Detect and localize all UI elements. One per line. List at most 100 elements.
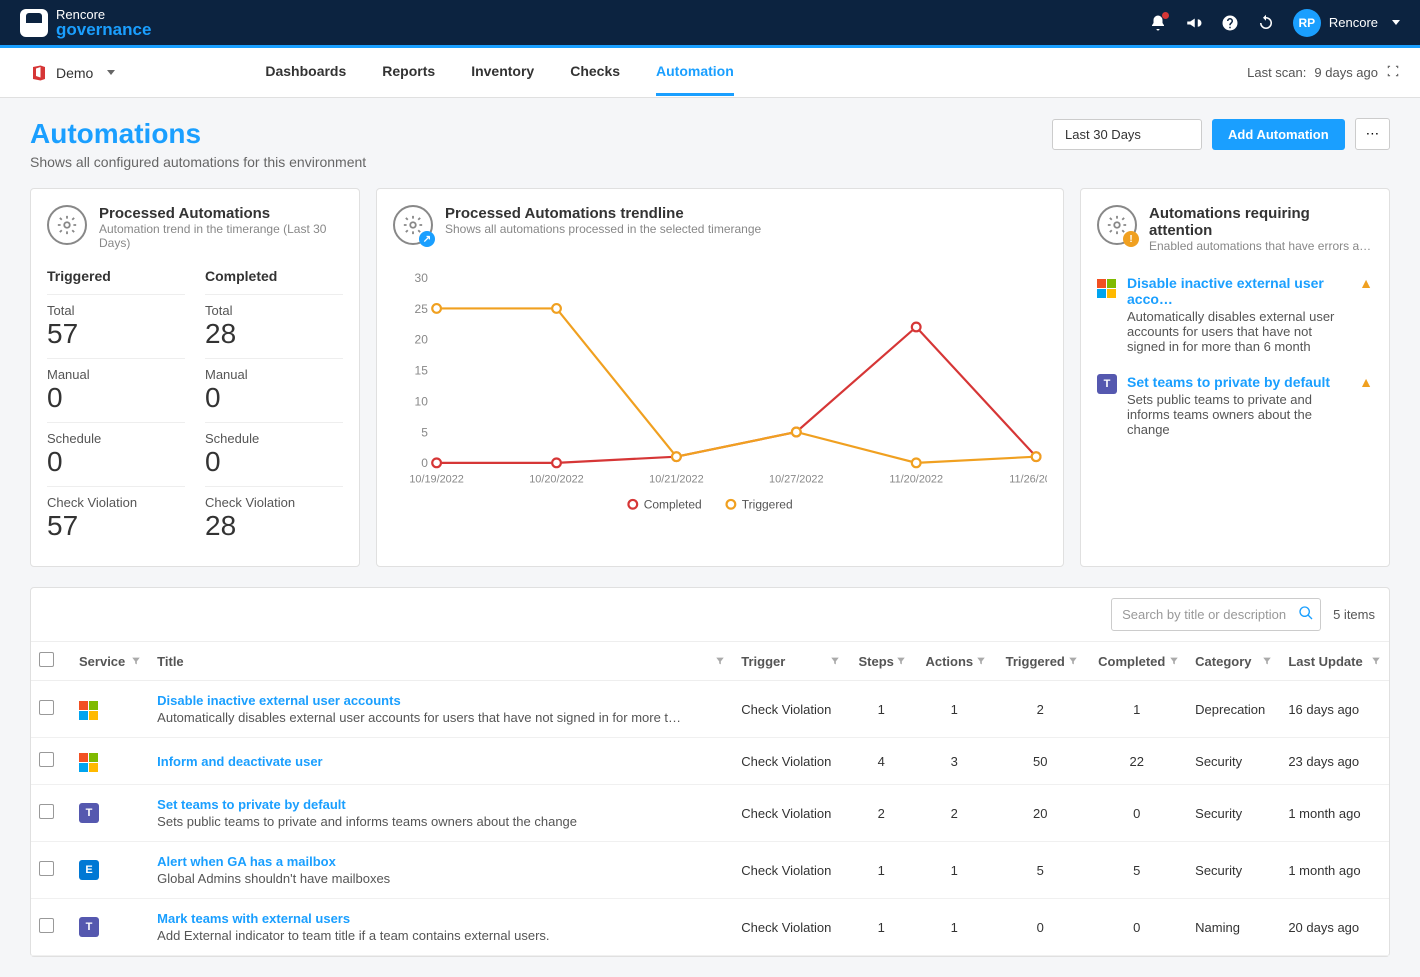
date-range-select[interactable]: Last 30 Days <box>1052 119 1202 150</box>
filter-icon[interactable] <box>1371 654 1381 669</box>
row-title-link[interactable]: Inform and deactivate user <box>157 754 725 769</box>
cell-steps: 1 <box>848 681 914 738</box>
col-title[interactable]: Title <box>149 642 733 681</box>
logo[interactable]: Rencore governance <box>20 8 151 38</box>
cell-trigger: Check Violation <box>733 738 848 785</box>
environment-selector[interactable]: Demo <box>20 58 125 88</box>
user-name: Rencore <box>1329 15 1378 30</box>
svg-text:30: 30 <box>415 271 429 285</box>
svg-text:10/20/2022: 10/20/2022 <box>529 473 584 485</box>
svg-text:10: 10 <box>415 394 429 408</box>
stats-grid: Triggered CompletedTotal57 Total28Manual… <box>47 262 343 550</box>
search-input[interactable] <box>1122 607 1298 622</box>
add-automation-button[interactable]: Add Automation <box>1212 119 1345 150</box>
sync-icon[interactable] <box>1257 14 1275 32</box>
tab-dashboards[interactable]: Dashboards <box>265 49 346 96</box>
filter-icon[interactable] <box>976 654 986 669</box>
cell-triggered: 20 <box>994 785 1086 842</box>
table-row[interactable]: Disable inactive external user accountsA… <box>31 681 1389 738</box>
cell-trigger: Check Violation <box>733 681 848 738</box>
cell-completed: 0 <box>1086 785 1187 842</box>
col-service[interactable]: Service <box>71 642 149 681</box>
table-row[interactable]: T Set teams to private by defaultSets pu… <box>31 785 1389 842</box>
cell-service <box>71 681 149 738</box>
bell-icon[interactable] <box>1149 14 1167 32</box>
table-row[interactable]: E Alert when GA has a mailboxGlobal Admi… <box>31 842 1389 899</box>
col-actions[interactable]: Actions <box>914 642 994 681</box>
table-body: Disable inactive external user accounts A… <box>31 681 1389 956</box>
cell-service: T <box>71 899 149 956</box>
row-title-link[interactable]: Mark teams with external users <box>157 911 725 926</box>
cell-last-update: 20 days ago <box>1280 899 1389 956</box>
cell-steps: 4 <box>848 738 914 785</box>
cell-trigger: Check Violation <box>733 842 848 899</box>
tab-checks[interactable]: Checks <box>570 49 620 96</box>
col-completed[interactable]: Completed <box>1086 642 1187 681</box>
more-button[interactable]: ⋯ <box>1355 118 1390 150</box>
cell-last-update: 1 month ago <box>1280 785 1389 842</box>
filter-icon[interactable] <box>131 654 141 669</box>
filter-icon[interactable] <box>1262 654 1272 669</box>
col-trigger[interactable]: Trigger <box>733 642 848 681</box>
filter-icon[interactable] <box>1068 654 1078 669</box>
row-title-link[interactable]: Disable inactive external user accounts <box>157 693 725 708</box>
user-menu[interactable]: RP Rencore <box>1293 9 1400 37</box>
row-checkbox[interactable] <box>39 700 54 715</box>
select-all-checkbox[interactable] <box>39 652 54 667</box>
row-title-link[interactable]: Alert when GA has a mailbox <box>157 854 725 869</box>
automations-table-panel: 5 items ServiceTitleTriggerStepsActionsT… <box>30 587 1390 957</box>
trendline-card: ↗ Processed Automations trendline Shows … <box>376 188 1064 567</box>
attention-list: Disable inactive external user acco… Aut… <box>1097 265 1373 447</box>
row-checkbox[interactable] <box>39 918 54 933</box>
attention-item-title: Disable inactive external user acco… <box>1127 275 1349 307</box>
attention-item[interactable]: T Set teams to private by default Sets p… <box>1097 364 1373 447</box>
attention-subtitle: Enabled automations that have errors and… <box>1149 239 1373 253</box>
stat-cell: Manual0 <box>205 358 343 422</box>
cell-triggered: 50 <box>994 738 1086 785</box>
chevron-down-icon <box>1392 20 1400 25</box>
stat-cell: Schedule0 <box>47 422 185 486</box>
stat-cell: Total28 <box>205 294 343 358</box>
expand-icon[interactable] <box>1386 64 1400 81</box>
help-icon[interactable] <box>1221 14 1239 32</box>
search-icon[interactable] <box>1298 605 1314 624</box>
col-last-update[interactable]: Last Update <box>1280 642 1389 681</box>
svg-text:25: 25 <box>415 302 429 316</box>
cell-last-update: 23 days ago <box>1280 738 1389 785</box>
cell-service: T <box>71 785 149 842</box>
cell-actions: 1 <box>914 899 994 956</box>
col-completed: Completed <box>205 262 343 294</box>
gear-icon: ! <box>1097 205 1137 245</box>
tab-reports[interactable]: Reports <box>382 49 435 96</box>
col-category[interactable]: Category <box>1187 642 1280 681</box>
megaphone-icon[interactable] <box>1185 14 1203 32</box>
warning-icon: ▲ <box>1359 374 1373 437</box>
attention-item-desc: Sets public teams to private and informs… <box>1127 392 1349 437</box>
col-steps[interactable]: Steps <box>848 642 914 681</box>
row-checkbox[interactable] <box>39 804 54 819</box>
row-title-link[interactable]: Set teams to private by default <box>157 797 725 812</box>
filter-icon[interactable] <box>896 654 906 669</box>
svg-text:0: 0 <box>421 456 428 470</box>
table-row[interactable]: T Mark teams with external usersAdd Exte… <box>31 899 1389 956</box>
search-box[interactable] <box>1111 598 1321 631</box>
table-row[interactable]: Inform and deactivate user Check Violati… <box>31 738 1389 785</box>
cell-trigger: Check Violation <box>733 899 848 956</box>
row-checkbox[interactable] <box>39 752 54 767</box>
filter-icon[interactable] <box>715 654 725 669</box>
col-triggered[interactable]: Triggered <box>994 642 1086 681</box>
tab-automation[interactable]: Automation <box>656 49 734 96</box>
cell-last-update: 1 month ago <box>1280 842 1389 899</box>
filter-icon[interactable] <box>830 654 840 669</box>
filter-icon[interactable] <box>1169 654 1179 669</box>
tab-inventory[interactable]: Inventory <box>471 49 534 96</box>
cell-title: Mark teams with external usersAdd Extern… <box>149 899 733 956</box>
attention-item[interactable]: Disable inactive external user acco… Aut… <box>1097 265 1373 364</box>
col-triggered: Triggered <box>47 262 185 294</box>
cell-category: Security <box>1187 842 1280 899</box>
stat-cell: Schedule0 <box>205 422 343 486</box>
cell-category: Security <box>1187 785 1280 842</box>
topbar-right: RP Rencore <box>1149 9 1400 37</box>
row-checkbox[interactable] <box>39 861 54 876</box>
cell-service: E <box>71 842 149 899</box>
